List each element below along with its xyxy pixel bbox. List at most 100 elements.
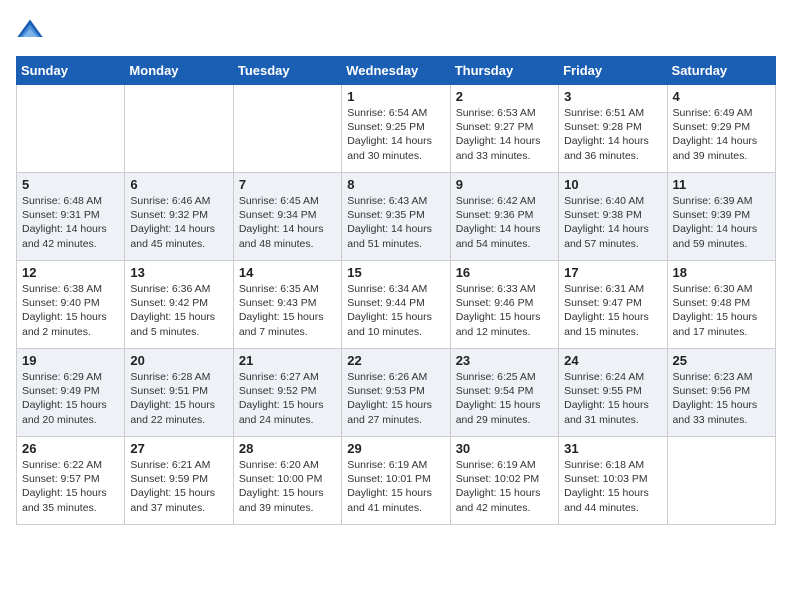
calendar-cell: 14 Sunrise: 6:35 AMSunset: 9:43 PMDayligh…: [233, 261, 341, 349]
day-info: Sunrise: 6:24 AMSunset: 9:55 PMDaylight:…: [564, 370, 661, 427]
day-header-monday: Monday: [125, 57, 233, 85]
calendar-cell: 10 Sunrise: 6:40 AMSunset: 9:38 PMDayligh…: [559, 173, 667, 261]
day-number: 12: [22, 265, 119, 280]
day-info: Sunrise: 6:42 AMSunset: 9:36 PMDaylight:…: [456, 194, 553, 251]
calendar-cell: 9 Sunrise: 6:42 AMSunset: 9:36 PMDaylight…: [450, 173, 558, 261]
calendar-cell: 31 Sunrise: 6:18 AMSunset: 10:03 PMDaylig…: [559, 437, 667, 525]
day-number: 21: [239, 353, 336, 368]
calendar-table: SundayMondayTuesdayWednesdayThursdayFrid…: [16, 56, 776, 525]
day-number: 31: [564, 441, 661, 456]
day-number: 16: [456, 265, 553, 280]
day-number: 8: [347, 177, 444, 192]
day-number: 27: [130, 441, 227, 456]
day-info: Sunrise: 6:40 AMSunset: 9:38 PMDaylight:…: [564, 194, 661, 251]
calendar-cell: 5 Sunrise: 6:48 AMSunset: 9:31 PMDaylight…: [17, 173, 125, 261]
day-info: Sunrise: 6:28 AMSunset: 9:51 PMDaylight:…: [130, 370, 227, 427]
calendar-cell: 12 Sunrise: 6:38 AMSunset: 9:40 PMDayligh…: [17, 261, 125, 349]
day-info: Sunrise: 6:29 AMSunset: 9:49 PMDaylight:…: [22, 370, 119, 427]
calendar-cell: [667, 437, 775, 525]
day-header-wednesday: Wednesday: [342, 57, 450, 85]
day-number: 26: [22, 441, 119, 456]
day-info: Sunrise: 6:46 AMSunset: 9:32 PMDaylight:…: [130, 194, 227, 251]
calendar-cell: 6Sunrise: 6:46 AMSunset: 9:32 PMDaylight…: [125, 173, 233, 261]
day-info: Sunrise: 6:26 AMSunset: 9:53 PMDaylight:…: [347, 370, 444, 427]
calendar-cell: 2 Sunrise: 6:53 AMSunset: 9:27 PMDaylight…: [450, 85, 558, 173]
day-number: 29: [347, 441, 444, 456]
day-header-sunday: Sunday: [17, 57, 125, 85]
day-info: Sunrise: 6:33 AMSunset: 9:46 PMDaylight:…: [456, 282, 553, 339]
day-number: 13: [130, 265, 227, 280]
day-info: Sunrise: 6:27 AMSunset: 9:52 PMDaylight:…: [239, 370, 336, 427]
calendar-cell: 17Sunrise: 6:31 AMSunset: 9:47 PMDayligh…: [559, 261, 667, 349]
day-info: Sunrise: 6:43 AMSunset: 9:35 PMDaylight:…: [347, 194, 444, 251]
day-number: 18: [673, 265, 770, 280]
day-info: Sunrise: 6:36 AMSunset: 9:42 PMDaylight:…: [130, 282, 227, 339]
calendar-cell: 26 Sunrise: 6:22 AMSunset: 9:57 PMDayligh…: [17, 437, 125, 525]
day-info: Sunrise: 6:51 AMSunset: 9:28 PMDaylight:…: [564, 106, 661, 163]
day-number: 23: [456, 353, 553, 368]
calendar-cell: 7Sunrise: 6:45 AMSunset: 9:34 PMDaylight…: [233, 173, 341, 261]
calendar-cell: 30 Sunrise: 6:19 AMSunset: 10:02 PMDaylig…: [450, 437, 558, 525]
calendar-cell: 19 Sunrise: 6:29 AMSunset: 9:49 PMDayligh…: [17, 349, 125, 437]
day-info: Sunrise: 6:48 AMSunset: 9:31 PMDaylight:…: [22, 194, 119, 251]
calendar-cell: 29 Sunrise: 6:19 AMSunset: 10:01 PMDaylig…: [342, 437, 450, 525]
day-number: 2: [456, 89, 553, 104]
day-number: 19: [22, 353, 119, 368]
day-info: Sunrise: 6:22 AMSunset: 9:57 PMDaylight:…: [22, 458, 119, 515]
day-info: Sunrise: 6:39 AMSunset: 9:39 PMDaylight:…: [673, 194, 770, 251]
calendar-cell: 21 Sunrise: 6:27 AMSunset: 9:52 PMDayligh…: [233, 349, 341, 437]
calendar-header: SundayMondayTuesdayWednesdayThursdayFrid…: [17, 57, 776, 85]
day-header-saturday: Saturday: [667, 57, 775, 85]
calendar-cell: 16 Sunrise: 6:33 AMSunset: 9:46 PMDayligh…: [450, 261, 558, 349]
day-header-tuesday: Tuesday: [233, 57, 341, 85]
day-info: Sunrise: 6:35 AMSunset: 9:43 PMDaylight:…: [239, 282, 336, 339]
calendar-cell: [125, 85, 233, 173]
day-number: 14: [239, 265, 336, 280]
calendar-cell: 20Sunrise: 6:28 AMSunset: 9:51 PMDayligh…: [125, 349, 233, 437]
day-number: 17: [564, 265, 661, 280]
day-number: 22: [347, 353, 444, 368]
day-info: Sunrise: 6:45 AMSunset: 9:34 PMDaylight:…: [239, 194, 336, 251]
day-info: Sunrise: 6:54 AMSunset: 9:25 PMDaylight:…: [347, 106, 444, 163]
calendar-cell: 1 Sunrise: 6:54 AMSunset: 9:25 PMDaylight…: [342, 85, 450, 173]
day-info: Sunrise: 6:34 AMSunset: 9:44 PMDaylight:…: [347, 282, 444, 339]
page-header: [16, 16, 776, 44]
day-number: 24: [564, 353, 661, 368]
calendar-cell: 3 Sunrise: 6:51 AMSunset: 9:28 PMDaylight…: [559, 85, 667, 173]
day-number: 1: [347, 89, 444, 104]
calendar-cell: 28Sunrise: 6:20 AMSunset: 10:00 PMDaylig…: [233, 437, 341, 525]
day-info: Sunrise: 6:21 AMSunset: 9:59 PMDaylight:…: [130, 458, 227, 515]
calendar-week-3: 12 Sunrise: 6:38 AMSunset: 9:40 PMDayligh…: [17, 261, 776, 349]
logo: [16, 16, 48, 44]
day-info: Sunrise: 6:25 AMSunset: 9:54 PMDaylight:…: [456, 370, 553, 427]
calendar-week-4: 19 Sunrise: 6:29 AMSunset: 9:49 PMDayligh…: [17, 349, 776, 437]
calendar-cell: 15Sunrise: 6:34 AMSunset: 9:44 PMDayligh…: [342, 261, 450, 349]
day-info: Sunrise: 6:30 AMSunset: 9:48 PMDaylight:…: [673, 282, 770, 339]
header-row: SundayMondayTuesdayWednesdayThursdayFrid…: [17, 57, 776, 85]
day-number: 5: [22, 177, 119, 192]
day-info: Sunrise: 6:19 AMSunset: 10:01 PMDaylight…: [347, 458, 444, 515]
day-number: 28: [239, 441, 336, 456]
day-info: Sunrise: 6:53 AMSunset: 9:27 PMDaylight:…: [456, 106, 553, 163]
day-number: 3: [564, 89, 661, 104]
calendar-cell: 27 Sunrise: 6:21 AMSunset: 9:59 PMDayligh…: [125, 437, 233, 525]
calendar-week-1: 1 Sunrise: 6:54 AMSunset: 9:25 PMDaylight…: [17, 85, 776, 173]
day-info: Sunrise: 6:23 AMSunset: 9:56 PMDaylight:…: [673, 370, 770, 427]
day-info: Sunrise: 6:19 AMSunset: 10:02 PMDaylight…: [456, 458, 553, 515]
calendar-cell: 24 Sunrise: 6:24 AMSunset: 9:55 PMDayligh…: [559, 349, 667, 437]
calendar-cell: 25 Sunrise: 6:23 AMSunset: 9:56 PMDayligh…: [667, 349, 775, 437]
day-info: Sunrise: 6:38 AMSunset: 9:40 PMDaylight:…: [22, 282, 119, 339]
day-number: 30: [456, 441, 553, 456]
logo-icon: [16, 16, 44, 44]
calendar-cell: 8 Sunrise: 6:43 AMSunset: 9:35 PMDaylight…: [342, 173, 450, 261]
day-number: 9: [456, 177, 553, 192]
calendar-cell: 22 Sunrise: 6:26 AMSunset: 9:53 PMDayligh…: [342, 349, 450, 437]
day-number: 25: [673, 353, 770, 368]
day-info: Sunrise: 6:18 AMSunset: 10:03 PMDaylight…: [564, 458, 661, 515]
day-number: 10: [564, 177, 661, 192]
calendar-cell: 11Sunrise: 6:39 AMSunset: 9:39 PMDayligh…: [667, 173, 775, 261]
calendar-cell: 4Sunrise: 6:49 AMSunset: 9:29 PMDaylight…: [667, 85, 775, 173]
calendar-cell: 23 Sunrise: 6:25 AMSunset: 9:54 PMDayligh…: [450, 349, 558, 437]
calendar-week-2: 5 Sunrise: 6:48 AMSunset: 9:31 PMDaylight…: [17, 173, 776, 261]
calendar-cell: [233, 85, 341, 173]
